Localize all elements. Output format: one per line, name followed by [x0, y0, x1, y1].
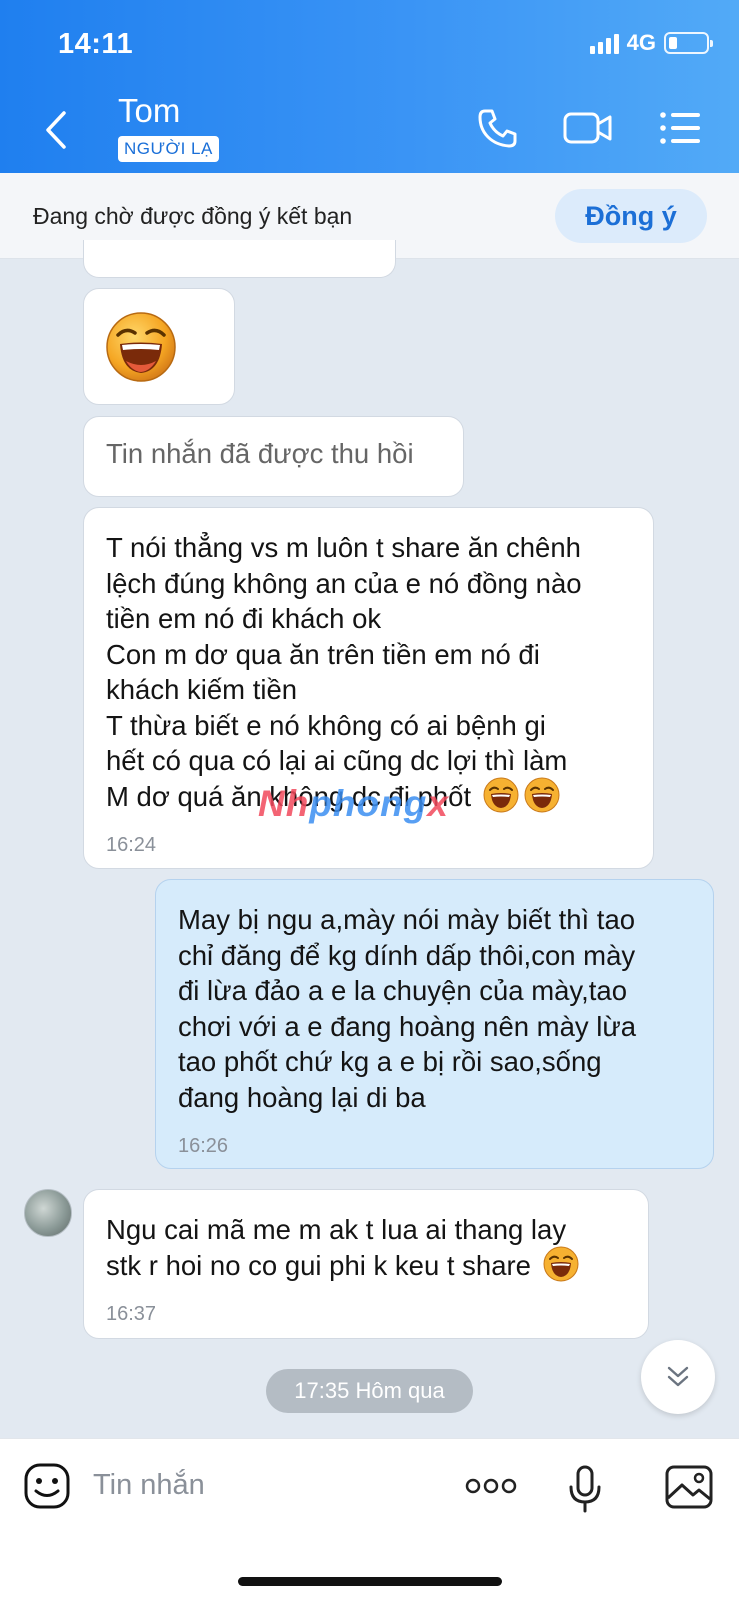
message-time: 16:26: [178, 1135, 229, 1157]
message-text: T nói thẳng vs m luôn t share ăn chênh l…: [106, 532, 582, 812]
message-text: Ngu cai mã me m ak t lua ai thang lay st…: [106, 1214, 567, 1281]
chevron-left-icon: [46, 111, 66, 149]
video-camera-icon: [563, 112, 612, 144]
message-composer: Tin nhắn: [0, 1438, 739, 1600]
message-time: 16:37: [106, 1303, 157, 1326]
emoji-button[interactable]: [24, 1463, 70, 1514]
status-time: 14:11: [58, 28, 134, 60]
watermark: Nhphongx: [258, 783, 449, 824]
message-input[interactable]: Tin nhắn: [93, 1469, 205, 1502]
back-button[interactable]: [36, 105, 76, 155]
accept-friend-button[interactable]: Đồng ý: [555, 189, 707, 243]
chat-header: 14:11 4G Tom NGƯỜI LẠ: [0, 0, 739, 173]
laughing-sticker-icon: [106, 312, 176, 382]
status-indicators: 4G: [589, 30, 713, 56]
message-time: 16:24: [106, 834, 157, 857]
list-menu-icon: [660, 112, 700, 144]
recalled-message-text: Tin nhắn đã được thu hồi: [106, 438, 414, 469]
battery-icon: [664, 32, 713, 54]
stranger-badge: NGƯỜI LẠ: [118, 136, 219, 162]
partial-message-bubble: [83, 240, 396, 278]
video-call-button[interactable]: [562, 106, 614, 155]
voice-button[interactable]: [568, 1465, 602, 1518]
scroll-to-bottom-button[interactable]: [641, 1340, 715, 1414]
received-message[interactable]: Ngu cai mã me m ak t lua ai thang lay st…: [83, 1189, 649, 1339]
sticker-message[interactable]: [83, 288, 235, 405]
laughing-emoji-icon: [482, 776, 520, 814]
laughing-emoji-icon: [542, 1245, 580, 1283]
more-dots-icon: [465, 1478, 517, 1494]
sent-message[interactable]: May bị ngu a,mày nói mày biết thì tao ch…: [155, 879, 714, 1169]
laughing-emoji-icon: [523, 776, 561, 814]
image-gallery-icon: [665, 1465, 713, 1509]
contact-name[interactable]: Tom: [118, 92, 180, 130]
double-chevron-down-icon: [667, 1366, 689, 1387]
network-type: 4G: [626, 30, 656, 55]
signal-icon: [589, 32, 619, 54]
sticker-smile-icon: [24, 1463, 70, 1509]
more-options-button[interactable]: [465, 1475, 517, 1502]
microphone-icon: [569, 1465, 601, 1513]
image-button[interactable]: [665, 1465, 713, 1514]
message-text: May bị ngu a,mày nói mày biết thì tao ch…: [178, 904, 637, 1113]
menu-button[interactable]: [658, 106, 702, 155]
recalled-message[interactable]: Tin nhắn đã được thu hồi: [83, 416, 464, 497]
time-separator: 17:35 Hôm qua: [266, 1369, 473, 1413]
phone-icon: [478, 109, 517, 148]
avatar[interactable]: [24, 1189, 72, 1237]
home-indicator: [238, 1577, 502, 1586]
call-button[interactable]: [476, 106, 520, 155]
friend-request-text: Đang chờ được đồng ý kết bạn: [33, 203, 353, 229]
